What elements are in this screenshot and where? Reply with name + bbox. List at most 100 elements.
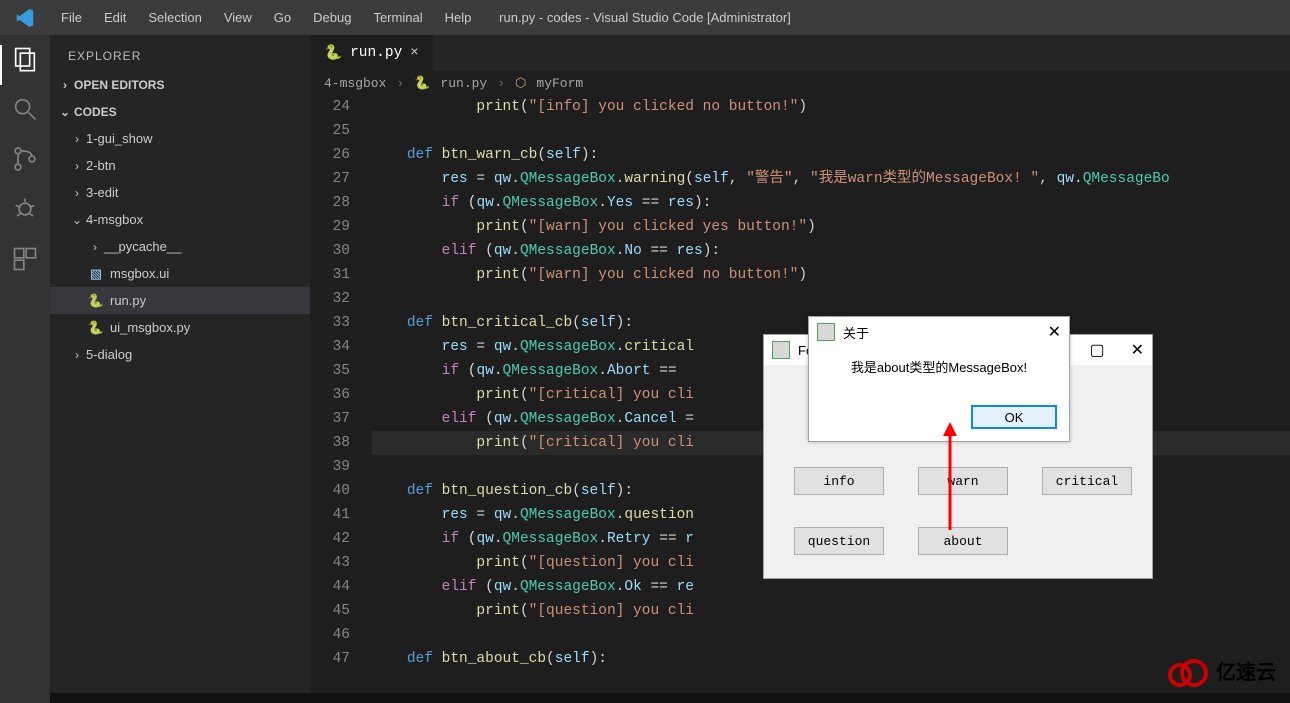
code-line[interactable]: print("[warn] you clicked no button!") bbox=[372, 263, 1290, 287]
line-number: 36 bbox=[310, 383, 350, 407]
open-editors-label: OPEN EDITORS bbox=[74, 78, 164, 92]
menu-selection[interactable]: Selection bbox=[137, 0, 212, 35]
chevron-right-icon: › bbox=[497, 76, 505, 91]
crumb-file[interactable]: run.py bbox=[440, 76, 487, 91]
code-line[interactable] bbox=[372, 623, 1290, 647]
chevron-right-icon: › bbox=[70, 348, 84, 362]
app-icon bbox=[817, 323, 835, 341]
tab-run-py[interactable]: 🐍 run.py × bbox=[310, 35, 434, 71]
chevron-right-icon: › bbox=[396, 76, 404, 91]
line-number: 26 bbox=[310, 143, 350, 167]
explorer-icon[interactable] bbox=[11, 45, 39, 73]
file-msgbox.ui[interactable]: ▧ msgbox.ui bbox=[50, 260, 310, 287]
workspace-root[interactable]: ⌄ CODES bbox=[50, 98, 310, 125]
chevron-right-icon: › bbox=[70, 186, 84, 200]
python-icon: 🐍 bbox=[324, 44, 342, 62]
code-line[interactable]: print("[question] you cli bbox=[372, 599, 1290, 623]
line-number: 37 bbox=[310, 407, 350, 431]
menu-help[interactable]: Help bbox=[434, 0, 483, 35]
file-run.py[interactable]: 🐍 run.py bbox=[50, 287, 310, 314]
chevron-down-icon: ⌄ bbox=[70, 213, 84, 227]
chevron-right-icon: › bbox=[70, 159, 84, 173]
debug-icon[interactable] bbox=[11, 195, 39, 223]
chevron-right-icon: › bbox=[88, 240, 102, 254]
folder-5-dialog[interactable]: ›5-dialog bbox=[50, 341, 310, 368]
code-line[interactable]: print("[info] you clicked no button!") bbox=[372, 95, 1290, 119]
activity-bar bbox=[0, 35, 50, 703]
folder-2-btn[interactable]: ›2-btn bbox=[50, 152, 310, 179]
open-editors-section[interactable]: › OPEN EDITORS bbox=[50, 71, 310, 98]
info-button[interactable]: info bbox=[794, 467, 884, 495]
active-marker bbox=[0, 45, 2, 85]
explorer-title: EXPLORER bbox=[50, 35, 310, 71]
extensions-icon[interactable] bbox=[11, 245, 39, 273]
folder-1-gui_show[interactable]: ›1-gui_show bbox=[50, 125, 310, 152]
tree-item-label: __pycache__ bbox=[104, 239, 181, 254]
menu-go[interactable]: Go bbox=[263, 0, 302, 35]
code-line[interactable]: elif (qw.QMessageBox.No == res): bbox=[372, 239, 1290, 263]
tree-item-label: run.py bbox=[110, 293, 146, 308]
line-number: 46 bbox=[310, 623, 350, 647]
chevron-down-icon: ⌄ bbox=[58, 105, 72, 119]
chevron-right-icon: › bbox=[58, 78, 72, 92]
python-icon: 🐍 bbox=[88, 320, 104, 336]
ok-button[interactable]: OK bbox=[971, 405, 1057, 429]
maximize-icon[interactable]: ▢ bbox=[1089, 340, 1104, 360]
tree-item-label: 3-edit bbox=[86, 185, 119, 200]
tree-item-label: 5-dialog bbox=[86, 347, 132, 362]
folder-3-edit[interactable]: ›3-edit bbox=[50, 179, 310, 206]
python-icon: 🐍 bbox=[414, 76, 430, 91]
close-icon[interactable]: × bbox=[410, 45, 418, 61]
code-line[interactable]: res = qw.QMessageBox.warning(self, "警告",… bbox=[372, 167, 1290, 191]
breadcrumbs[interactable]: 4-msgbox › 🐍 run.py › ⬡ myForm bbox=[310, 71, 1290, 96]
code-line[interactable]: if (qw.QMessageBox.Yes == res): bbox=[372, 191, 1290, 215]
code-line[interactable]: def btn_warn_cb(self): bbox=[372, 143, 1290, 167]
menu-edit[interactable]: Edit bbox=[93, 0, 137, 35]
menu-debug[interactable]: Debug bbox=[302, 0, 362, 35]
line-number: 24 bbox=[310, 95, 350, 119]
file-ui_msgbox.py[interactable]: 🐍 ui_msgbox.py bbox=[50, 314, 310, 341]
close-icon[interactable]: ✕ bbox=[1048, 322, 1061, 342]
line-number: 29 bbox=[310, 215, 350, 239]
menu-file[interactable]: File bbox=[50, 0, 93, 35]
critical-button[interactable]: critical bbox=[1042, 467, 1132, 495]
line-number: 38 bbox=[310, 431, 350, 455]
line-number-gutter: 2425262728293031323334353637383940414243… bbox=[310, 95, 372, 671]
crumb-folder[interactable]: 4-msgbox bbox=[324, 76, 386, 91]
about-message: 我是about类型的MessageBox! bbox=[809, 347, 1069, 376]
code-line[interactable]: print("[warn] you clicked yes button!") bbox=[372, 215, 1290, 239]
line-number: 42 bbox=[310, 527, 350, 551]
line-number: 40 bbox=[310, 479, 350, 503]
tree-item-label: msgbox.ui bbox=[110, 266, 169, 281]
code-line[interactable]: def btn_about_cb(self): bbox=[372, 647, 1290, 671]
vscode-logo bbox=[0, 7, 50, 29]
watermark-text: 亿速云 bbox=[1216, 656, 1276, 685]
python-icon: 🐍 bbox=[88, 293, 104, 309]
about-dialog[interactable]: 关于 ✕ 我是about类型的MessageBox! OK bbox=[808, 316, 1070, 442]
line-number: 47 bbox=[310, 647, 350, 671]
folder-__pycache__[interactable]: ›__pycache__ bbox=[50, 233, 310, 260]
menu-terminal[interactable]: Terminal bbox=[362, 0, 433, 35]
code-line[interactable] bbox=[372, 119, 1290, 143]
crumb-symbol[interactable]: myForm bbox=[536, 76, 583, 91]
line-number: 44 bbox=[310, 575, 350, 599]
source-control-icon[interactable] bbox=[11, 145, 39, 173]
menu-view[interactable]: View bbox=[213, 0, 263, 35]
ui-file-icon: ▧ bbox=[88, 266, 104, 282]
folder-4-msgbox[interactable]: ⌄4-msgbox bbox=[50, 206, 310, 233]
question-button[interactable]: question bbox=[794, 527, 884, 555]
code-line[interactable] bbox=[372, 287, 1290, 311]
line-number: 27 bbox=[310, 167, 350, 191]
annotation-arrow bbox=[940, 420, 980, 540]
line-number: 32 bbox=[310, 287, 350, 311]
tree-item-label: ui_msgbox.py bbox=[110, 320, 190, 335]
line-number: 28 bbox=[310, 191, 350, 215]
watermark: 亿速云 bbox=[1168, 656, 1276, 685]
close-icon[interactable]: ✕ bbox=[1131, 340, 1144, 360]
watermark-logo bbox=[1168, 659, 1210, 683]
line-number: 43 bbox=[310, 551, 350, 575]
line-number: 30 bbox=[310, 239, 350, 263]
line-number: 41 bbox=[310, 503, 350, 527]
about-titlebar[interactable]: 关于 ✕ bbox=[809, 317, 1069, 347]
search-icon[interactable] bbox=[11, 95, 39, 123]
